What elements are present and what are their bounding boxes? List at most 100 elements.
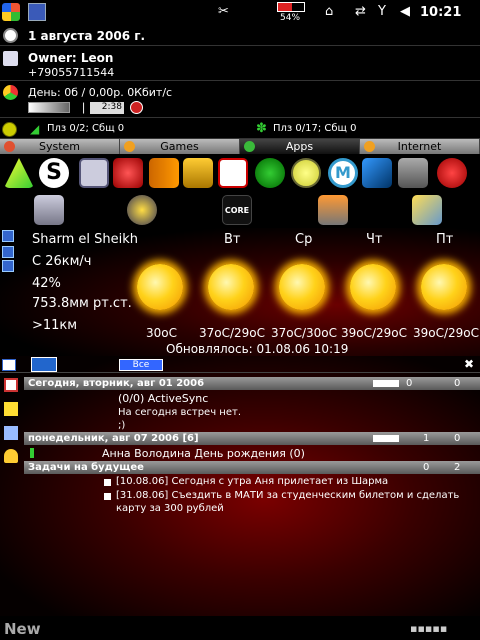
- new-button[interactable]: New: [4, 620, 41, 638]
- monday-header[interactable]: понедельник, авг 07 2006 [6]: [24, 432, 480, 445]
- connectivity-icon[interactable]: ⇄: [355, 4, 366, 19]
- tasks-app-icon[interactable]: [398, 158, 428, 188]
- s-app-icon[interactable]: S: [39, 158, 69, 188]
- mail-icon[interactable]: [4, 426, 18, 440]
- traffic-bar: [28, 102, 70, 113]
- messages-left: Плз 0/2; Сбщ 0: [47, 123, 125, 134]
- task-item-2-continued[interactable]: карту за 300 рублей: [116, 503, 224, 514]
- owner-row[interactable]: Owner: Leon +79055711544: [0, 47, 480, 81]
- search-app-icon[interactable]: [412, 195, 442, 225]
- bell-icon[interactable]: [4, 449, 18, 463]
- tray-icons[interactable]: ▪▪▪▪▪: [410, 622, 447, 635]
- weather-wind: С 26км/ч: [32, 254, 92, 269]
- pie-chart-app-icon[interactable]: [255, 158, 285, 188]
- clock-icon: [3, 28, 18, 43]
- status-bar: ✂ 54% ⌂ ⇄ Y ◀ 10:21: [0, 0, 480, 25]
- future-tasks-header-text: Задачи на будущее: [28, 462, 144, 473]
- m-app-icon[interactable]: M: [328, 158, 358, 188]
- core-app-icon[interactable]: CORE: [222, 195, 252, 225]
- notes-icon[interactable]: [4, 402, 18, 416]
- today-count-1: 0: [406, 378, 413, 389]
- weather-humidity: 42%: [32, 276, 61, 291]
- owner-name: Owner: Leon: [28, 51, 114, 65]
- task-item-1[interactable]: [10.08.06] Сегодня с утра Аня прилетает …: [116, 476, 388, 487]
- birthday-item[interactable]: Анна Володина День рождения (0): [102, 447, 305, 460]
- today-count-2: 0: [454, 378, 461, 389]
- sim-icon: [2, 122, 17, 137]
- task-item-2[interactable]: [31.08.06] Съездить в МАТИ за студенческ…: [116, 490, 459, 501]
- tasks-icon[interactable]: [4, 378, 18, 392]
- battery-percent: 54%: [280, 13, 301, 23]
- tools-icon[interactable]: ✂: [218, 4, 229, 19]
- tab-system[interactable]: System: [0, 139, 120, 154]
- owner-phone: +79055711544: [28, 66, 115, 79]
- agenda-toolbar: [0, 356, 480, 373]
- active-app-icon[interactable]: [28, 3, 46, 21]
- monday-count-1: 1: [423, 433, 430, 444]
- monday-progress: [373, 435, 399, 442]
- notes-app-icon[interactable]: [362, 158, 392, 188]
- phone-glyph-icon: ❘: [79, 101, 89, 114]
- today-progress: [373, 380, 399, 387]
- monday-header-text: понедельник, авг 07 2006 [6]: [28, 433, 199, 444]
- battery-level: [278, 3, 293, 11]
- filter-button[interactable]: Все: [119, 359, 163, 371]
- weather-city: Sharm el Sheikh: [32, 232, 138, 247]
- tab-apps-icon: [244, 141, 255, 152]
- media-player-icon[interactable]: [127, 195, 157, 225]
- weather-down-icon[interactable]: [2, 260, 14, 272]
- sun-icon: [137, 264, 183, 310]
- pdf-reader-icon[interactable]: [218, 158, 248, 188]
- device-app-icon[interactable]: [34, 195, 64, 225]
- core-app-label: CORE: [224, 206, 250, 215]
- book-app-icon[interactable]: [149, 158, 179, 188]
- start-menu-icon[interactable]: [2, 3, 20, 21]
- tab-internet[interactable]: Internet: [360, 139, 480, 154]
- tab-games[interactable]: Games: [120, 139, 240, 154]
- weather-up-icon[interactable]: [2, 246, 14, 258]
- globe-app-icon[interactable]: [291, 158, 321, 188]
- home-icon[interactable]: ⌂: [325, 4, 333, 19]
- temp-day-2: 37oC/30oC: [271, 326, 338, 340]
- reset-icon[interactable]: [130, 101, 143, 114]
- power-icon[interactable]: [437, 158, 467, 188]
- future-count-2: 2: [454, 462, 461, 473]
- hardware-app-icon[interactable]: [113, 158, 143, 188]
- weather-panel[interactable]: Sharm el Sheikh С 26км/ч 42% 753.8мм рт.…: [0, 228, 480, 356]
- traffic-row[interactable]: День: 0б / 0,00р. 0Кбит/с ❘ 2:38: [0, 82, 480, 118]
- weather-day-2: Ср: [295, 232, 313, 247]
- paint-app-icon[interactable]: [183, 158, 213, 188]
- settings-icon[interactable]: ✖: [464, 357, 474, 371]
- camera-app-icon[interactable]: [318, 195, 348, 225]
- launcher-tabs: System Games Apps Internet: [0, 139, 480, 154]
- tab-internet-icon: [364, 141, 375, 152]
- task-bullet: [104, 493, 111, 500]
- monday-count-2: 0: [454, 433, 461, 444]
- volume-icon[interactable]: ◀: [400, 4, 410, 19]
- weather-day-1: Вт: [224, 232, 241, 247]
- messages-right: Плз 0/17; Сбщ 0: [273, 123, 357, 134]
- ruler-app-icon[interactable]: [4, 158, 34, 188]
- calendar-icon[interactable]: [2, 359, 16, 371]
- traffic-icon: [3, 85, 18, 100]
- signal-icon[interactable]: Y: [378, 4, 386, 19]
- future-tasks-header[interactable]: Задачи на будущее: [24, 461, 480, 474]
- tab-system-icon: [4, 141, 15, 152]
- calendar-view-icon[interactable]: [31, 357, 57, 372]
- activesync-item[interactable]: (0/0) ActiveSync: [118, 392, 208, 405]
- temp-day-4: 39oC/29oC: [413, 326, 480, 340]
- tab-internet-label: Internet: [397, 140, 442, 153]
- task-bullet: [104, 479, 111, 486]
- weather-visibility: >11км: [32, 318, 78, 333]
- no-meetings-text: На сегодня встреч нет.: [118, 407, 241, 418]
- tab-apps[interactable]: Apps: [240, 139, 360, 154]
- clock[interactable]: 10:21: [420, 5, 461, 20]
- tab-system-label: System: [38, 140, 81, 153]
- sun-icon: [208, 264, 254, 310]
- calculator-icon[interactable]: [79, 158, 109, 188]
- date-row[interactable]: 1 августа 2006 г.: [0, 25, 480, 46]
- battery-icon[interactable]: [277, 2, 305, 12]
- messages-row[interactable]: ◢ Плз 0/2; Сбщ 0 ✽ Плз 0/17; Сбщ 0: [0, 119, 480, 139]
- sun-icon: [350, 264, 396, 310]
- birthday-marker: [30, 448, 34, 458]
